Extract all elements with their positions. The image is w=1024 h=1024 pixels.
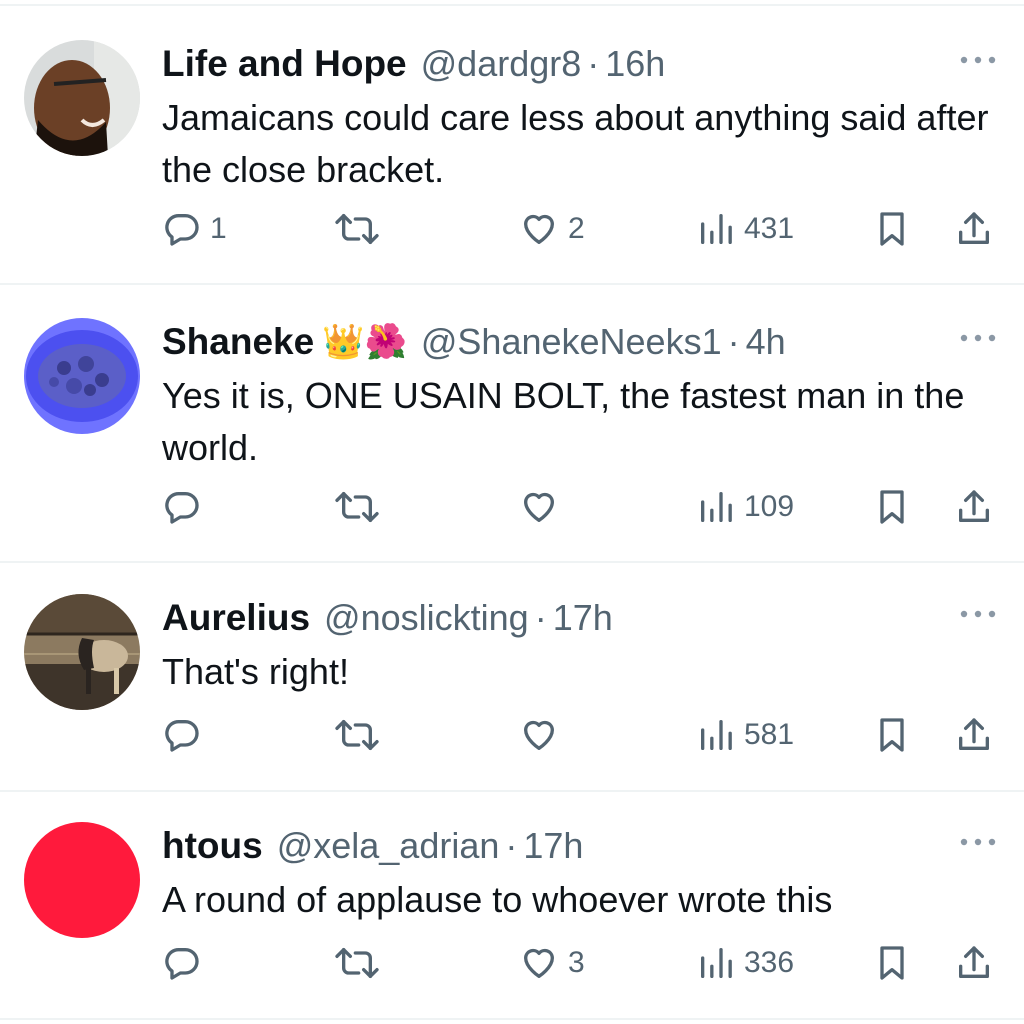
avatar[interactable] — [24, 40, 140, 156]
views-button[interactable]: 581 — [696, 710, 794, 760]
views-icon — [696, 209, 736, 249]
display-name[interactable]: Aurelius — [162, 597, 310, 639]
retweet-icon — [332, 715, 382, 755]
like-icon — [518, 487, 560, 527]
tweet[interactable]: Shaneke 👑🌺 @ShanekeNeeks1 · 4h Yes it is… — [0, 318, 1024, 552]
views-count: 109 — [744, 490, 795, 523]
bookmark-icon — [872, 942, 912, 984]
timestamp[interactable]: 4h — [746, 321, 786, 363]
share-icon — [954, 486, 994, 528]
share-icon — [954, 714, 994, 756]
tweet-text: Jamaicans could care less about anything… — [162, 97, 989, 190]
retweet-icon — [332, 209, 382, 249]
display-name[interactable]: Life and Hope — [162, 43, 407, 85]
share-button[interactable] — [954, 482, 994, 532]
like-button[interactable] — [518, 710, 568, 760]
timestamp[interactable]: 16h — [605, 43, 665, 85]
name-emojis: 👑🌺 — [322, 323, 407, 361]
separator: · — [727, 321, 740, 362]
more-icon[interactable] — [958, 52, 998, 68]
bookmark-icon — [872, 208, 912, 250]
retweet-button[interactable] — [332, 204, 382, 254]
action-bar: 1 2 431 — [0, 204, 1024, 254]
views-count: 431 — [744, 212, 795, 245]
bottom-divider — [0, 1018, 1024, 1020]
tweet-text: Yes it is, ONE USAIN BOLT, the fastest m… — [162, 375, 965, 468]
reply-button[interactable] — [162, 482, 210, 532]
bookmark-icon — [872, 714, 912, 756]
views-icon — [696, 487, 736, 527]
tweet-divider — [0, 283, 1024, 285]
reply-button[interactable] — [162, 710, 210, 760]
avatar[interactable] — [24, 318, 140, 434]
reply-count: 1 — [210, 212, 227, 245]
tweet-divider — [0, 561, 1024, 563]
tweet-text: A round of applause to whoever wrote thi… — [162, 879, 833, 920]
separator: · — [587, 43, 600, 84]
tweet[interactable]: Aurelius @noslickting · 17h That's right… — [0, 594, 1024, 778]
more-icon[interactable] — [958, 330, 998, 346]
timestamp[interactable]: 17h — [523, 825, 583, 867]
more-icon[interactable] — [958, 606, 998, 622]
tweet-divider — [0, 790, 1024, 792]
action-bar: 3 336 — [0, 938, 1024, 988]
like-button[interactable]: 2 — [518, 204, 585, 254]
tweet[interactable]: htous @xela_adrian · 17h A round of appl… — [0, 822, 1024, 1006]
like-icon — [518, 943, 560, 983]
action-bar: 581 — [0, 710, 1024, 760]
like-count: 3 — [568, 946, 585, 979]
views-count: 581 — [744, 718, 795, 751]
views-icon — [696, 715, 736, 755]
tweet[interactable]: Life and Hope @dardgr8 · 16h Jamaicans c… — [0, 40, 1024, 274]
separator: · — [505, 825, 518, 866]
timestamp[interactable]: 17h — [553, 597, 613, 639]
top-divider — [0, 4, 1024, 6]
views-button[interactable]: 109 — [696, 482, 794, 532]
share-button[interactable] — [954, 938, 994, 988]
retweet-button[interactable] — [332, 710, 382, 760]
reply-button[interactable]: 1 — [162, 204, 227, 254]
avatar[interactable] — [24, 594, 140, 710]
user-handle[interactable]: @xela_adrian — [277, 825, 500, 867]
like-icon — [518, 715, 560, 755]
share-icon — [954, 208, 994, 250]
views-icon — [696, 943, 736, 983]
reply-button[interactable] — [162, 938, 210, 988]
like-button[interactable] — [518, 482, 568, 532]
views-count: 336 — [744, 946, 795, 979]
reply-icon — [162, 209, 202, 249]
display-name[interactable]: Shaneke — [162, 321, 314, 363]
display-name[interactable]: htous — [162, 825, 263, 867]
views-button[interactable]: 336 — [696, 938, 794, 988]
user-handle[interactable]: @noslickting — [324, 597, 529, 639]
like-icon — [518, 209, 560, 249]
share-button[interactable] — [954, 204, 994, 254]
reply-icon — [162, 487, 202, 527]
user-handle[interactable]: @dardgr8 — [421, 43, 582, 85]
retweet-icon — [332, 943, 382, 983]
bookmark-button[interactable] — [872, 938, 912, 988]
separator: · — [534, 597, 547, 638]
views-button[interactable]: 431 — [696, 204, 794, 254]
like-count: 2 — [568, 212, 585, 245]
like-button[interactable]: 3 — [518, 938, 585, 988]
bookmark-button[interactable] — [872, 204, 912, 254]
more-icon[interactable] — [958, 834, 998, 850]
action-bar: 109 — [0, 482, 1024, 532]
retweet-button[interactable] — [332, 938, 382, 988]
reply-icon — [162, 943, 202, 983]
bookmark-button[interactable] — [872, 482, 912, 532]
user-handle[interactable]: @ShanekeNeeks1 — [421, 321, 722, 363]
retweet-icon — [332, 487, 382, 527]
bookmark-icon — [872, 486, 912, 528]
tweet-text: That's right! — [162, 651, 349, 692]
retweet-button[interactable] — [332, 482, 382, 532]
share-button[interactable] — [954, 710, 994, 760]
avatar[interactable] — [24, 822, 140, 938]
bookmark-button[interactable] — [872, 710, 912, 760]
reply-icon — [162, 715, 202, 755]
share-icon — [954, 942, 994, 984]
